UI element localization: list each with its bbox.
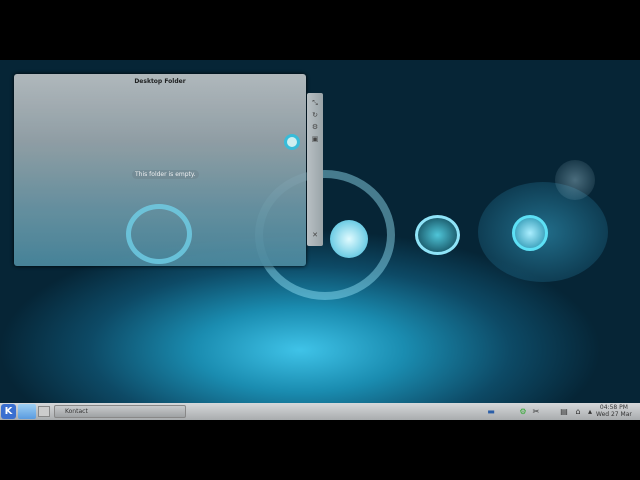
- resize-icon[interactable]: ⤡: [310, 98, 320, 108]
- widget-toolbar: ⤡ ↻ ⚙ ▣ ✕: [307, 93, 323, 246]
- pager-icon[interactable]: [38, 406, 50, 417]
- klipper-icon[interactable]: ✂: [531, 406, 541, 417]
- folder-title: Desktop Folder: [134, 78, 186, 85]
- wallpaper-bubble: [284, 134, 300, 150]
- network-icon[interactable]: ⌂: [573, 406, 583, 417]
- clock-date: Wed 27 Mar: [596, 411, 632, 418]
- rotate-icon[interactable]: ↻: [310, 110, 320, 120]
- settings-icon[interactable]: ⚙: [310, 122, 320, 132]
- clock-time: 04:58 PM: [599, 404, 628, 411]
- task-kontact[interactable]: Kontact: [54, 405, 186, 418]
- kde-menu-button[interactable]: K: [1, 404, 16, 419]
- wallpaper-bubble: [330, 220, 368, 258]
- empty-folder-message: This folder is empty.: [132, 170, 199, 179]
- wallpaper-bubble: [555, 160, 595, 200]
- notes-icon[interactable]: ▤: [559, 406, 569, 417]
- close-icon[interactable]: ✕: [310, 230, 320, 240]
- wallpaper-bubble: [512, 215, 548, 251]
- wallpaper-bubble: [415, 215, 460, 255]
- display-icon[interactable]: ▬: [486, 406, 496, 417]
- taskbar: K Kontact ▬ ⚙ ✂ ▤ ⌂ ▴ 04:58 PM Wed 27 Ma…: [0, 403, 640, 420]
- update-icon[interactable]: ⚙: [518, 406, 528, 417]
- wallpaper-ring: [126, 204, 192, 264]
- clock[interactable]: 04:58 PM Wed 27 Mar: [596, 404, 632, 418]
- folder-view-icon[interactable]: [18, 404, 36, 419]
- tray-expand-icon[interactable]: ▴: [585, 406, 595, 417]
- desktop-folder-widget[interactable]: Desktop Folder This folder is empty.: [14, 74, 306, 266]
- configure-icon[interactable]: ▣: [310, 134, 320, 144]
